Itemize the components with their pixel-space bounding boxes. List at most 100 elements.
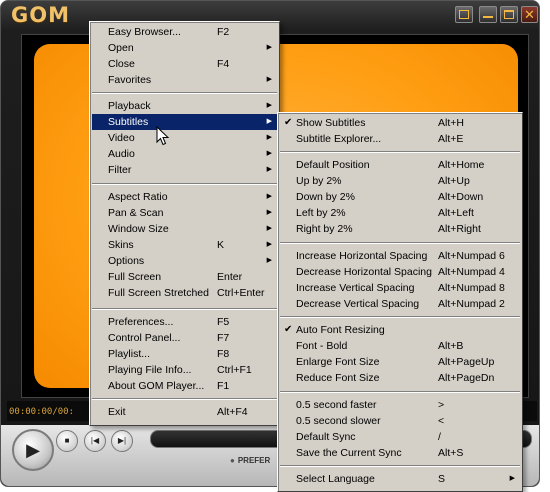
- subtitle-item-save-the-current-sync[interactable]: Save the Current Sync Alt+S: [280, 445, 520, 461]
- subtitle-item-0-5-second-faster[interactable]: 0.5 second faster >: [280, 397, 520, 413]
- menu-item-label: Subtitles: [108, 116, 149, 128]
- subtitle-item-0-5-second-slower[interactable]: 0.5 second slower <: [280, 413, 520, 429]
- next-button[interactable]: ▶|: [111, 430, 133, 452]
- menu-item-label: Aspect Ratio: [108, 191, 168, 203]
- menu-item-label: Save the Current Sync: [296, 447, 402, 459]
- subtitle-item-increase-horizontal-spacing[interactable]: Increase Horizontal Spacing Alt+Numpad 6: [280, 248, 520, 264]
- submenu-arrow-icon: ▶: [266, 134, 272, 141]
- menu-item-subtitles[interactable]: Subtitles ▶: [92, 114, 277, 130]
- subtitle-item-font-bold[interactable]: Font - Bold Alt+B: [280, 338, 520, 354]
- subtitle-item-decrease-vertical-spacing[interactable]: Decrease Vertical Spacing Alt+Numpad 2: [280, 296, 520, 312]
- menu-item-audio[interactable]: Audio ▶: [92, 146, 277, 162]
- menu-item-label: Show Subtitles: [296, 117, 366, 129]
- subtitle-item-right-by-2[interactable]: Right by 2% Alt+Right: [280, 221, 520, 237]
- menu-item-window-size[interactable]: Window Size ▶: [92, 221, 277, 237]
- menu-item-label: Options: [108, 255, 145, 267]
- menu-item-shortcut: Alt+Numpad 2: [438, 298, 505, 310]
- minimize-button[interactable]: [479, 6, 497, 23]
- menu-item-open[interactable]: Open ▶: [92, 40, 277, 56]
- menu-item-shortcut: Alt+B: [438, 340, 464, 352]
- menu-separator: [92, 308, 277, 310]
- submenu-arrow-icon: ▶: [266, 118, 272, 125]
- preferences-label[interactable]: PREFER: [230, 456, 270, 465]
- menu-item-control-panel[interactable]: Control Panel... F7: [92, 330, 277, 346]
- stop-button[interactable]: ■: [56, 430, 78, 452]
- menu-item-skins[interactable]: Skins K ▶: [92, 237, 277, 253]
- menu-item-shortcut: Alt+Numpad 8: [438, 282, 505, 294]
- menu-item-label: 0.5 second slower: [296, 415, 381, 427]
- menu-item-label: Open: [108, 42, 134, 54]
- time-readout: 00:00:00/00:: [9, 407, 75, 417]
- menu-item-shortcut: Alt+Numpad 6: [438, 250, 505, 262]
- menu-item-label: Exit: [108, 406, 126, 418]
- subtitle-item-show-subtitles[interactable]: ✔ Show Subtitles Alt+H: [280, 115, 520, 131]
- menu-item-shortcut: F7: [217, 332, 230, 344]
- menu-separator: [280, 316, 520, 318]
- subtitle-item-left-by-2[interactable]: Left by 2% Alt+Left: [280, 205, 520, 221]
- menu-item-label: Reduce Font Size: [296, 372, 380, 384]
- submenu-arrow-icon: ▶: [266, 44, 272, 51]
- menu-item-shortcut: Alt+PageDn: [438, 372, 495, 384]
- menu-item-favorites[interactable]: Favorites ▶: [92, 72, 277, 88]
- menu-item-label: Playing File Info...: [108, 364, 192, 376]
- menu-item-exit[interactable]: Exit Alt+F4: [92, 404, 277, 420]
- menu-item-about-gom-player[interactable]: About GOM Player... F1: [92, 378, 277, 394]
- play-button[interactable]: ▶: [12, 429, 54, 471]
- menu-item-full-screen-stretched[interactable]: Full Screen Stretched Ctrl+Enter: [92, 285, 277, 301]
- menu-item-label: Decrease Vertical Spacing: [296, 298, 420, 310]
- menu-item-video[interactable]: Video ▶: [92, 130, 277, 146]
- menu-item-label: Close: [108, 58, 135, 70]
- menu-item-shortcut: F4: [217, 58, 230, 70]
- menu-item-label: Preferences...: [108, 316, 174, 328]
- subtitle-item-down-by-2[interactable]: Down by 2% Alt+Down: [280, 189, 520, 205]
- menu-separator: [280, 151, 520, 153]
- menu-item-preferences[interactable]: Preferences... F5: [92, 314, 277, 330]
- close-button[interactable]: ✕: [521, 6, 538, 23]
- menu-item-shortcut: K: [217, 239, 225, 251]
- menu-item-easy-browser[interactable]: Easy Browser... F2: [92, 24, 277, 40]
- stop-icon: ■: [64, 436, 70, 445]
- menu-item-full-screen[interactable]: Full Screen Enter: [92, 269, 277, 285]
- subtitle-item-enlarge-font-size[interactable]: Enlarge Font Size Alt+PageUp: [280, 354, 520, 370]
- menu-item-shortcut: F2: [217, 26, 230, 38]
- menu-item-pan-scan[interactable]: Pan & Scan ▶: [92, 205, 277, 221]
- subtitle-item-increase-vertical-spacing[interactable]: Increase Vertical Spacing Alt+Numpad 8: [280, 280, 520, 296]
- subtitle-item-decrease-horizontal-spacing[interactable]: Decrease Horizontal Spacing Alt+Numpad 4: [280, 264, 520, 280]
- menu-separator: [92, 183, 277, 185]
- menu-separator: [280, 465, 520, 467]
- previous-button[interactable]: |◀: [84, 430, 106, 452]
- subtitle-item-default-position[interactable]: Default Position Alt+Home: [280, 157, 520, 173]
- subtitle-item-reduce-font-size[interactable]: Reduce Font Size Alt+PageDn: [280, 370, 520, 386]
- menu-item-filter[interactable]: Filter ▶: [92, 162, 277, 178]
- skin-icon: [459, 10, 469, 19]
- menu-item-playlist[interactable]: Playlist... F8: [92, 346, 277, 362]
- menu-separator: [280, 242, 520, 244]
- menu-item-shortcut: <: [438, 415, 445, 427]
- menu-item-shortcut: Alt+E: [438, 133, 464, 145]
- menu-item-label: Right by 2%: [296, 223, 353, 235]
- menu-item-label: Down by 2%: [296, 191, 355, 203]
- gom-logo: GOM: [11, 3, 70, 27]
- menu-item-playback[interactable]: Playback ▶: [92, 98, 277, 114]
- menu-item-close[interactable]: Close F4: [92, 56, 277, 72]
- subtitle-item-subtitle-explorer[interactable]: Subtitle Explorer... Alt+E: [280, 131, 520, 147]
- checkmark-icon: ✔: [284, 324, 293, 335]
- subtitle-item-auto-font-resizing[interactable]: ✔ Auto Font Resizing: [280, 322, 520, 338]
- subtitle-item-default-sync[interactable]: Default Sync /: [280, 429, 520, 445]
- close-icon: ✕: [524, 7, 535, 22]
- menu-item-label: Left by 2%: [296, 207, 346, 219]
- subtitle-item-up-by-2[interactable]: Up by 2% Alt+Up: [280, 173, 520, 189]
- menu-item-options[interactable]: Options ▶: [92, 253, 277, 269]
- maximize-button[interactable]: [500, 6, 518, 23]
- menu-item-shortcut: Alt+Down: [438, 191, 484, 203]
- menu-item-playing-file-info[interactable]: Playing File Info... Ctrl+F1: [92, 362, 277, 378]
- submenu-arrow-icon: ▶: [266, 193, 272, 200]
- menu-item-aspect-ratio[interactable]: Aspect Ratio ▶: [92, 189, 277, 205]
- menu-item-label: Default Position: [296, 159, 370, 171]
- subtitle-item-select-language[interactable]: Select Language S ▶: [280, 471, 520, 487]
- menu-item-label: Up by 2%: [296, 175, 342, 187]
- checkmark-icon: ✔: [284, 117, 293, 128]
- skin-button[interactable]: [455, 6, 473, 23]
- menu-separator: [280, 391, 520, 393]
- menu-item-label: Increase Horizontal Spacing: [296, 250, 428, 262]
